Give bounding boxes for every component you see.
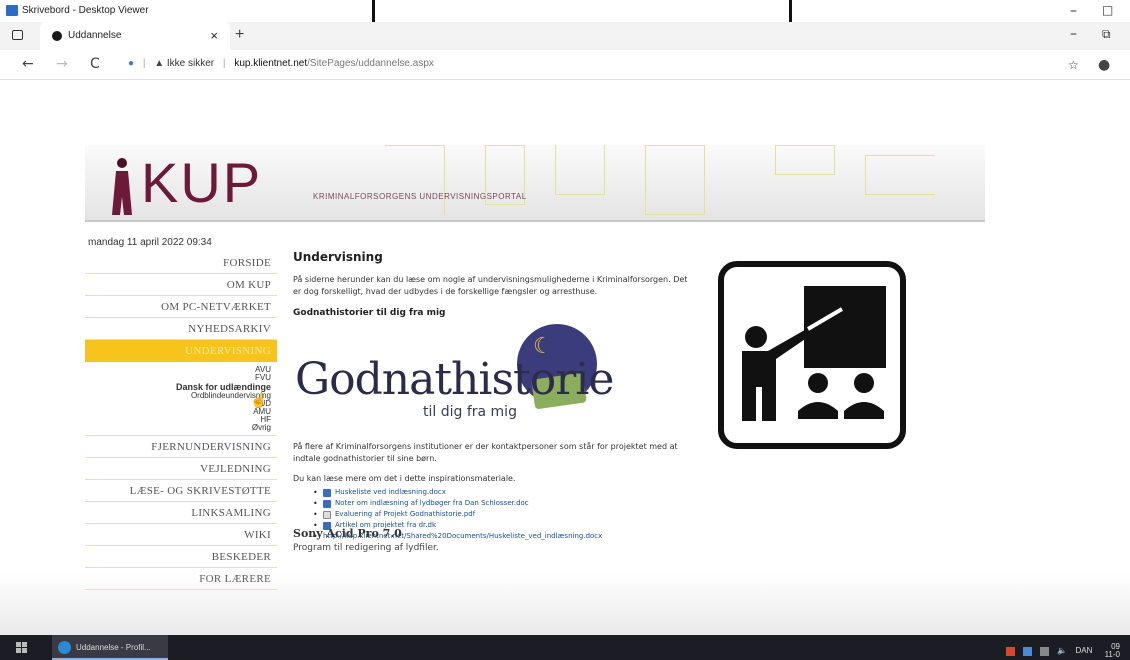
nav-fjernundervisning[interactable]: FJERNUNDERVISNING: [85, 436, 277, 458]
nav-sub-ovrig[interactable]: Øvrig: [85, 424, 277, 432]
list-item[interactable]: Huskeliste ved indlæsning.docx: [313, 487, 713, 498]
image-subtitle: til dig fra mig: [423, 404, 517, 420]
image-title: Godnathistorie: [295, 354, 614, 405]
url-path: /SitePages/uddannelse.aspx: [307, 58, 434, 69]
mouse-cursor-icon: ☝: [250, 392, 268, 408]
viewer-minimize-button[interactable]: –: [1070, 3, 1077, 19]
kup-logo[interactable]: KUP: [141, 150, 262, 215]
nav-wiki[interactable]: WIKI: [85, 524, 277, 546]
godnathistorie-image: ☾ Godnathistorie til dig fra mig: [293, 324, 614, 439]
tab-actions-icon[interactable]: [12, 30, 23, 40]
battery-icon[interactable]: [1040, 646, 1050, 656]
address-bar-row: ← → C ● | ▲ Ikke sikker | kup.klientnet.…: [0, 50, 1130, 80]
new-tab-button[interactable]: +: [235, 26, 244, 44]
nav-undervisning[interactable]: UNDERVISNING: [85, 340, 277, 362]
desktop-viewer-icon: [6, 5, 18, 16]
windows-start-icon[interactable]: [16, 642, 27, 653]
favorites-icon[interactable]: ☆: [1068, 58, 1079, 72]
nav-vejledning[interactable]: VEJLEDNING: [85, 458, 277, 480]
back-button[interactable]: ←: [22, 56, 34, 72]
windows-taskbar: Uddannelse - Profil... 🔈 DAN 09 11-0: [0, 635, 1130, 660]
language-indicator[interactable]: DAN: [1075, 646, 1092, 655]
kup-figure-icon: [112, 158, 132, 215]
sony-description: Program til redigering af lydfiler.: [293, 543, 439, 553]
edge-taskbar-icon: [58, 641, 71, 654]
nav-forside[interactable]: FORSIDE: [85, 252, 277, 274]
url-host: kup.klientnet.net: [234, 58, 308, 69]
browser-minimize-button[interactable]: –: [1070, 26, 1077, 42]
section-heading: Godnathistorier til dig fra mig: [293, 308, 446, 318]
taskbar-app-label: Uddannelse - Profil...: [76, 643, 151, 652]
sony-heading: Sony Acid Pro 7.0: [293, 527, 402, 540]
pdf-doc-icon: [323, 511, 331, 519]
forward-button[interactable]: →: [56, 56, 68, 72]
nav-sub-ordblinde[interactable]: Ordblindeundervisning: [85, 392, 277, 400]
tab-close-button[interactable]: ×: [210, 28, 218, 43]
nav-for-laerere[interactable]: FOR LÆRERE: [85, 568, 277, 590]
tab-uddannelse[interactable]: Uddannelse ×: [40, 22, 230, 50]
nav-om-pc-netvaerket[interactable]: OM PC-NETVÆRKET: [85, 296, 277, 318]
reload-button[interactable]: C: [90, 56, 100, 72]
edge-icon: [52, 31, 62, 41]
nav-linksamling[interactable]: LINKSAMLING: [85, 502, 277, 524]
nav-nyhedsarkiv[interactable]: NYHEDSARKIV: [85, 318, 277, 340]
browser-tab-bar: Uddannelse × – ⧉: [0, 22, 1130, 50]
site-banner: KUP KRIMINALFORSORGENS UNDERVISNINGSPORT…: [85, 145, 985, 222]
web-page: KUP KRIMINALFORSORGENS UNDERVISNINGSPORT…: [0, 80, 1130, 635]
network-icon[interactable]: [1022, 646, 1032, 656]
nav-beskeder[interactable]: BESKEDER: [85, 546, 277, 568]
nav-sublist: AVU FVU Dansk for udlændinge Ordblindeun…: [85, 362, 277, 436]
nav-om-kup[interactable]: OM KUP: [85, 274, 277, 296]
nav-sub-avu[interactable]: AVU: [85, 366, 277, 374]
list-item[interactable]: Noter om indlæsning af lydbøger fra Dan …: [313, 498, 713, 509]
nav-sub-hf[interactable]: HF: [85, 416, 277, 424]
current-date: mandag 11 april 2022 09:34: [88, 237, 212, 248]
taskbar-app-edge[interactable]: Uddannelse - Profil...: [52, 635, 168, 660]
intro-text: På siderne herunder kan du læse om nogle…: [293, 275, 688, 296]
nav-sub-fvu[interactable]: FVU: [85, 374, 277, 382]
warning-icon: ▲: [154, 58, 165, 69]
app-tray-icon[interactable]: [1005, 646, 1015, 656]
volume-icon[interactable]: 🔈: [1057, 646, 1067, 655]
more-text: Du kan læse mere om det i dette inspirat…: [293, 474, 516, 483]
word-doc-icon: [323, 489, 331, 497]
main-content: Undervisning På siderne herunder kan du …: [293, 250, 713, 542]
clock[interactable]: 09 11-0: [1105, 643, 1120, 659]
teacher-icon: [718, 261, 906, 449]
tab-label: Uddannelse: [68, 30, 122, 41]
viewer-maximize-button[interactable]: □: [1102, 3, 1113, 17]
nav-laese-skrivestotte[interactable]: LÆSE- OG SKRIVESTØTTE: [85, 480, 277, 502]
portal-name: KRIMINALFORSORGENS UNDERVISNINGSPORTAL: [313, 192, 527, 201]
info-icon: ●: [128, 58, 135, 69]
list-item[interactable]: Evaluering af Projekt Godnathistorie.pdf: [313, 509, 713, 520]
page-title: Undervisning: [293, 250, 383, 264]
url-field[interactable]: ● | ▲ Ikke sikker | kup.klientnet.net/Si…: [128, 58, 434, 69]
system-tray: 🔈 DAN 09 11-0: [1005, 643, 1120, 659]
left-nav: FORSIDE OM KUP OM PC-NETVÆRKET NYHEDSARK…: [85, 252, 277, 590]
word-doc-icon: [323, 500, 331, 508]
viewer-title: Skrivebord - Desktop Viewer: [22, 5, 149, 16]
profile-icon[interactable]: ●: [1098, 57, 1110, 73]
nav-sub-amu[interactable]: AMU: [85, 408, 277, 416]
security-warning: Ikke sikker: [166, 58, 215, 69]
body-text: På flere af Kriminalforsorgens instituti…: [293, 442, 678, 463]
browser-restore-button[interactable]: ⧉: [1102, 27, 1111, 42]
nav-sub-eud[interactable]: EUD: [85, 400, 277, 408]
